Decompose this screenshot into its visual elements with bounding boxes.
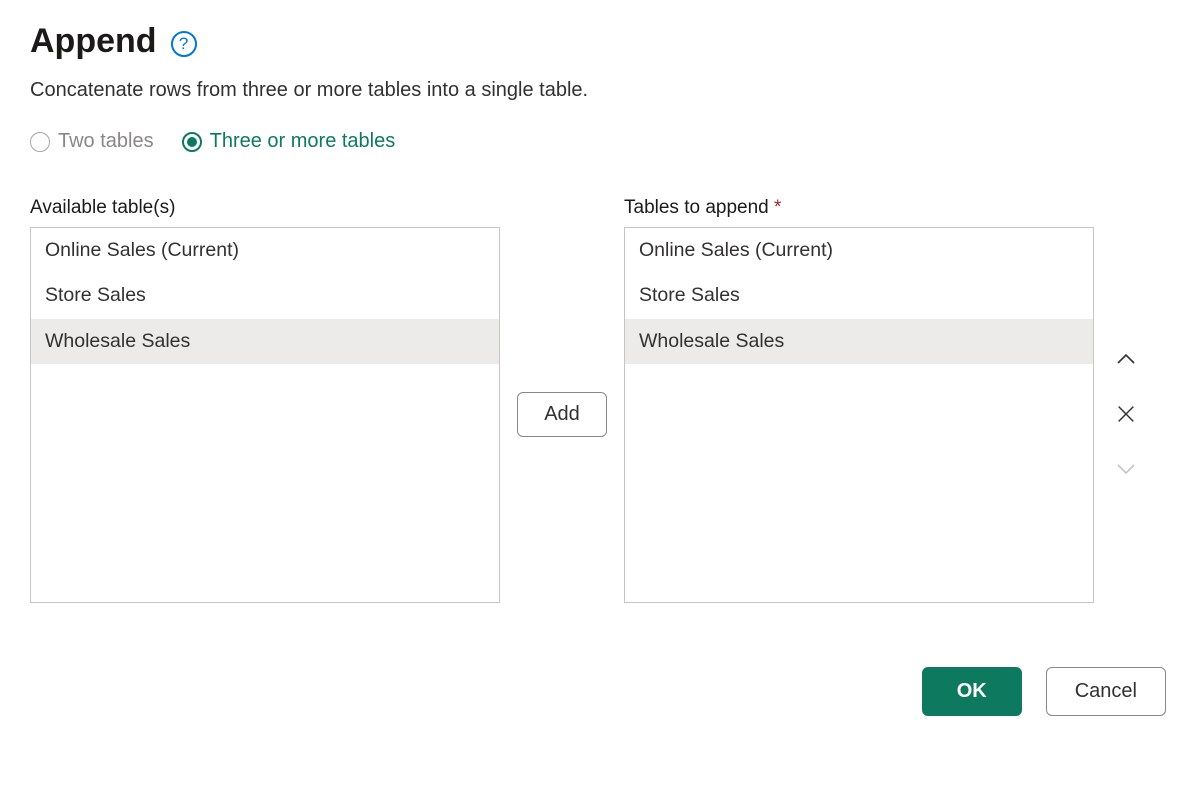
dialog-footer: OK Cancel [30,667,1166,716]
list-item[interactable]: Store Sales [625,273,1093,318]
chevron-down-icon [1114,456,1138,480]
move-down-button [1112,454,1140,482]
list-item[interactable]: Online Sales (Current) [625,228,1093,273]
table-count-radio-group: Two tables Three or more tables [30,130,1166,153]
required-asterisk: * [774,197,781,218]
dialog-header: Append ? [30,22,1166,61]
ok-button[interactable]: OK [922,667,1022,716]
tables-to-append-panel: Tables to append * Online Sales (Current… [624,197,1094,603]
tables-to-append-label: Tables to append * [624,197,1094,219]
chevron-up-icon [1114,348,1138,372]
cancel-button[interactable]: Cancel [1046,667,1166,716]
radio-circle-icon [30,132,50,152]
radio-three-or-more-tables[interactable]: Three or more tables [182,130,396,153]
dialog-title: Append [30,22,157,61]
reorder-controls [1094,197,1140,603]
list-item[interactable]: Store Sales [31,273,499,318]
add-button[interactable]: Add [517,392,607,437]
dialog-subtitle: Concatenate rows from three or more tabl… [30,79,1166,102]
tables-to-append-label-text: Tables to append [624,197,774,218]
available-tables-label: Available table(s) [30,197,500,219]
radio-two-tables[interactable]: Two tables [30,130,154,153]
help-icon[interactable]: ? [171,31,197,57]
radio-three-or-more-tables-label: Three or more tables [210,130,396,153]
close-icon [1115,403,1137,425]
list-item[interactable]: Online Sales (Current) [31,228,499,273]
available-tables-panel: Available table(s) Online Sales (Current… [30,197,500,603]
move-up-button[interactable] [1112,346,1140,374]
radio-circle-icon [182,132,202,152]
transfer-controls: Add [500,197,624,603]
radio-two-tables-label: Two tables [58,130,154,153]
tables-to-append-listbox[interactable]: Online Sales (Current)Store SalesWholesa… [624,227,1094,603]
available-tables-listbox[interactable]: Online Sales (Current)Store SalesWholesa… [30,227,500,603]
list-item[interactable]: Wholesale Sales [625,319,1093,364]
remove-button[interactable] [1112,400,1140,428]
list-item[interactable]: Wholesale Sales [31,319,499,364]
